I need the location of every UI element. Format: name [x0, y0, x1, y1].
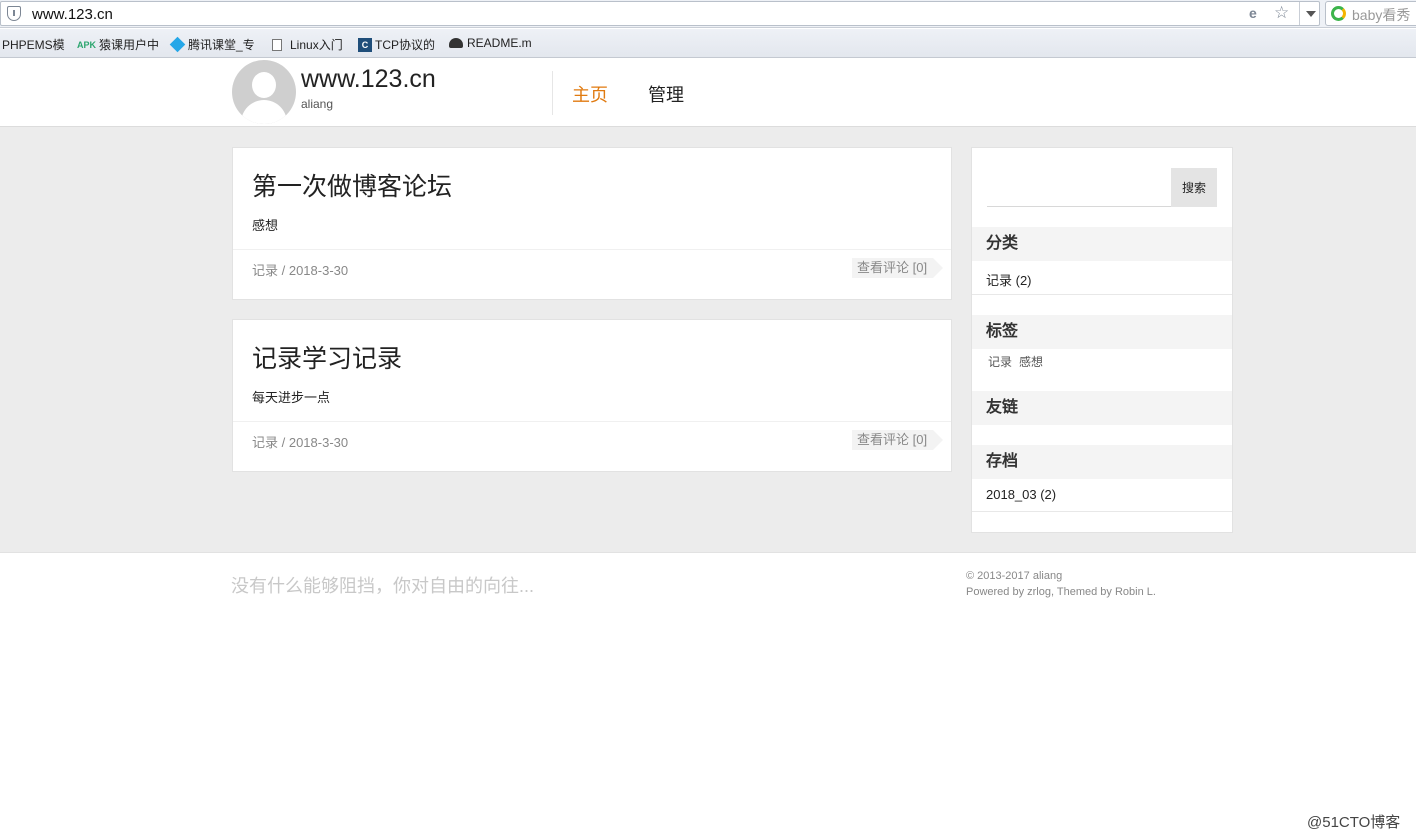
- tag-item[interactable]: 记录: [988, 353, 1012, 370]
- nav-divider: [552, 71, 553, 115]
- url-text[interactable]: www.123.cn: [32, 6, 113, 23]
- view-comments-link[interactable]: 查看评论 [0]: [852, 430, 944, 450]
- compat-mode-icon[interactable]: e: [1249, 5, 1257, 21]
- bookmarks-bar: PHPEMS模 APK 猿课用户中 腾讯课堂_专 Linux入门 C TCP协议…: [0, 29, 1416, 58]
- bookmark-tencent-class[interactable]: 腾讯课堂_专: [169, 36, 255, 53]
- bookmark-phpems[interactable]: PHPEMS模: [2, 36, 65, 53]
- post-excerpt: 感想: [252, 218, 279, 233]
- address-bar[interactable]: www.123.cn e ☆: [0, 1, 1320, 26]
- address-dropdown-button[interactable]: [1299, 2, 1321, 25]
- section-divider: [972, 511, 1232, 512]
- apk-icon: APK: [77, 39, 97, 50]
- section-divider: [972, 294, 1232, 295]
- post-title[interactable]: 第一次做博客论坛: [252, 167, 452, 203]
- footer-motto: 没有什么能够阻挡，你对自由的向往...: [231, 576, 535, 596]
- post-divider: [233, 249, 951, 250]
- diamond-icon: [169, 36, 186, 53]
- tag-item[interactable]: 感想: [1019, 353, 1043, 370]
- bookmark-tcp[interactable]: C TCP协议的: [358, 36, 435, 53]
- bookmark-label: 腾讯课堂_专: [188, 38, 255, 52]
- avatar[interactable]: [232, 60, 296, 124]
- categories-heading: 分类: [972, 227, 1232, 261]
- site-header: www.123.cn aliang 主页 管理: [0, 59, 1416, 127]
- bookmark-label: README.m: [467, 36, 532, 50]
- bookmark-label: TCP协议的: [375, 38, 436, 52]
- post-divider: [233, 421, 951, 422]
- avatar-head-shape: [252, 72, 276, 98]
- nav-admin[interactable]: 管理: [648, 81, 684, 107]
- site-footer: 没有什么能够阻挡，你对自由的向往... © 2013-2017 aliang P…: [0, 552, 1416, 632]
- bookmark-readme[interactable]: README.m: [449, 36, 532, 50]
- browser-search-box[interactable]: baby看秀: [1325, 1, 1416, 26]
- site-icon: C: [358, 37, 372, 52]
- search-engine-icon: [1331, 6, 1346, 21]
- post-excerpt: 每天进步一点: [252, 390, 331, 405]
- footer-copyright: © 2013-2017 aliang: [966, 570, 1063, 582]
- archive-item[interactable]: 2018_03 (2): [986, 487, 1056, 502]
- post-title[interactable]: 记录学习记录: [252, 339, 402, 375]
- post-meta[interactable]: 记录 / 2018-3-30: [252, 260, 348, 279]
- archive-heading: 存档: [972, 445, 1232, 479]
- bookmark-label: Linux入门: [290, 38, 343, 52]
- post-meta[interactable]: 记录 / 2018-3-30: [252, 432, 348, 451]
- document-icon: [272, 38, 282, 51]
- site-subtitle: aliang: [301, 97, 334, 111]
- category-item[interactable]: 记录 (2): [986, 270, 1032, 289]
- bookmark-linux[interactable]: Linux入门: [272, 36, 343, 53]
- browser-toolbar: www.123.cn e ☆ baby看秀: [0, 0, 1416, 28]
- bookmark-label: PHPEMS模: [2, 38, 65, 52]
- avatar-body-shape: [241, 100, 287, 124]
- nav-home[interactable]: 主页: [572, 81, 608, 107]
- browser-search-placeholder[interactable]: baby看秀: [1352, 5, 1410, 25]
- watermark: @51CTO博客: [1307, 814, 1401, 831]
- links-heading: 友链: [972, 391, 1232, 425]
- footer-powered-by: Powered by zrlog, Themed by Robin L.: [966, 586, 1156, 598]
- hat-icon: [449, 38, 463, 48]
- view-comments-link[interactable]: 查看评论 [0]: [852, 258, 944, 278]
- shield-icon: [7, 6, 21, 21]
- search-input[interactable]: [987, 168, 1173, 207]
- tags-heading: 标签: [972, 315, 1232, 349]
- search-button[interactable]: 搜索: [1171, 168, 1217, 207]
- site-title[interactable]: www.123.cn: [301, 65, 436, 94]
- bookmark-label: 猿课用户中: [99, 38, 160, 52]
- sidebar: 搜索 分类 记录 (2) 标签 记录 感想 友链 存档 2018_03 (2): [971, 147, 1233, 533]
- star-icon[interactable]: ☆: [1274, 3, 1289, 23]
- post-card: 记录学习记录 每天进步一点 记录 / 2018-3-30 查看评论 [0]: [232, 319, 952, 472]
- bookmark-yuanke[interactable]: APK 猿课用户中: [77, 36, 159, 53]
- post-card: 第一次做博客论坛 感想 记录 / 2018-3-30 查看评论 [0]: [232, 147, 952, 300]
